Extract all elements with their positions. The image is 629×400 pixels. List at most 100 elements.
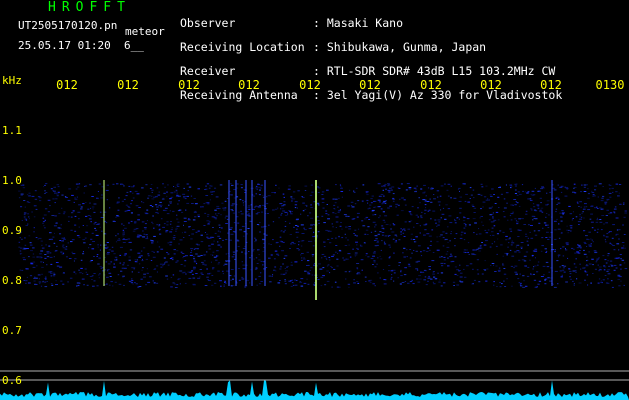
label-observer: Observer [180,16,236,30]
noise-pixel [583,230,586,232]
noise-pixel [453,197,457,199]
noise-pixel [41,266,44,268]
noise-pixel [207,216,209,217]
noise-pixel [133,282,136,284]
noise-pixel [36,265,38,267]
noise-pixel [214,187,217,189]
noise-pixel [92,241,95,242]
noise-pixel [206,251,208,253]
noise-pixel [590,213,593,215]
noise-pixel [83,284,85,286]
noise-pixel [159,233,162,235]
noise-pixel [422,199,425,201]
noise-pixel [162,197,165,199]
noise-pixel [276,253,279,255]
noise-pixel [288,185,291,187]
noise-pixel [530,208,533,210]
noise-pixel [546,192,548,194]
noise-pixel [31,195,35,197]
noise-pixel [42,217,45,219]
noise-pixel [606,255,610,257]
noise-pixel [574,266,578,268]
noise-pixel [160,266,163,268]
noise-pixel [433,276,436,278]
noise-pixel [569,278,572,280]
noise-pixel [552,187,556,189]
noise-pixel [583,206,586,208]
noise-pixel [427,280,429,282]
noise-pixel [581,184,583,186]
noise-pixel [463,268,465,270]
header-values: : Masaki Kano : Shibukawa, Gunma, Japan … [313,5,562,113]
noise-pixel [96,197,99,199]
noise-pixel [606,236,609,238]
noise-pixel [217,230,220,232]
noise-pixel [111,250,114,252]
noise-pixel [236,183,239,185]
noise-pixel [151,189,154,191]
noise-pixel [249,282,251,284]
noise-pixel [430,187,433,189]
noise-pixel [23,200,26,201]
noise-pixel [404,281,407,282]
noise-pixel [579,218,583,220]
noise-pixel [291,279,293,281]
noise-pixel [555,196,559,198]
noise-pixel [124,253,127,255]
noise-pixel [307,260,310,262]
noise-pixel [378,195,382,197]
noise-pixel [41,247,45,249]
noise-pixel [230,269,234,270]
noise-pixel [569,270,572,272]
noise-pixel [149,205,152,206]
noise-pixel [583,241,586,243]
noise-pixel [22,257,26,259]
noise-pixel [255,213,259,215]
noise-pixel [380,258,383,260]
noise-pixel [489,194,492,196]
noise-pixel [436,236,438,238]
noise-pixel [610,280,613,282]
noise-pixel [55,222,58,224]
noise-pixel [53,273,56,275]
noise-pixel [529,259,531,261]
noise-pixel [604,266,607,268]
noise-pixel [388,257,391,259]
noise-pixel [87,208,90,210]
noise-pixel [602,255,605,257]
noise-pixel [237,268,241,269]
noise-pixel [472,218,476,220]
noise-pixel [545,251,547,253]
noise-pixel [265,234,268,236]
noise-pixel [317,192,320,193]
noise-pixel [175,261,178,263]
noise-pixel [89,276,93,277]
noise-pixel [613,264,617,266]
noise-pixel [462,220,466,222]
noise-pixel [105,189,109,191]
noise-pixel [53,272,55,274]
noise-pixel [83,192,85,194]
noise-pixel [375,238,378,240]
noise-pixel [530,237,534,239]
noise-pixel [273,258,276,260]
noise-pixel [493,284,495,286]
noise-pixel [142,230,144,232]
noise-pixel [536,204,540,206]
noise-pixel [373,261,376,263]
noise-pixel [214,209,217,211]
noise-pixel [207,280,211,281]
noise-pixel [600,209,603,210]
noise-pixel [592,195,594,197]
noise-pixel [583,253,587,255]
noise-pixel [436,190,440,192]
noise-pixel [381,240,383,242]
noise-pixel [383,228,385,230]
noise-pixel [206,233,209,235]
noise-pixel [58,212,61,214]
noise-pixel [540,250,543,252]
noise-pixel [200,206,202,208]
noise-pixel [187,190,189,192]
noise-pixel [521,184,524,186]
noise-pixel [38,197,42,199]
